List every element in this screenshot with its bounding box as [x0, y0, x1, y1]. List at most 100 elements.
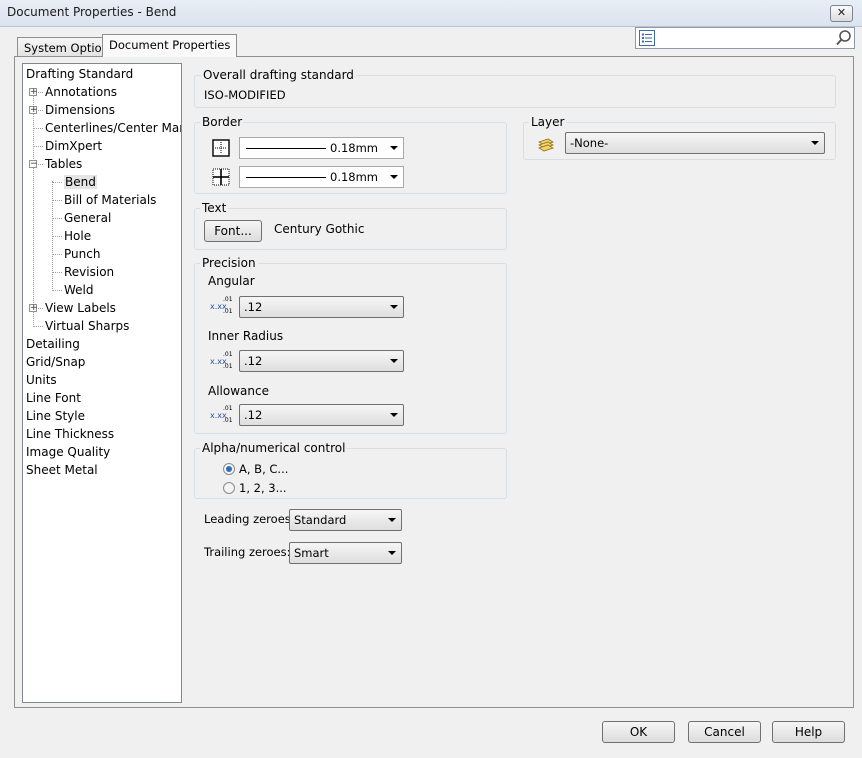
tree-item-label: Revision [64, 265, 115, 279]
tree-item-label: Annotations [45, 85, 118, 99]
angular-label: Angular [208, 274, 255, 288]
leading-zeroes-select[interactable]: Standard [289, 509, 402, 531]
help-button[interactable]: Help [772, 721, 845, 743]
chevron-down-icon [390, 305, 398, 309]
trailing-zeroes-select[interactable]: Smart [289, 542, 402, 564]
tree-item-label: Bend [64, 175, 97, 189]
tree-item-detailing[interactable]: Detailing [26, 335, 80, 353]
tree-item-label: Image Quality [26, 445, 111, 459]
line-sample [246, 177, 326, 178]
alpha-numerical-title: Alpha/numerical control [200, 441, 348, 455]
tree-item-label: General [64, 211, 112, 225]
tab-document-properties[interactable]: Document Properties [102, 34, 238, 57]
tab-label: Document Properties [109, 38, 231, 52]
trailing-zeroes-label: Trailing zeroes: [204, 545, 291, 559]
font-button[interactable]: Font... [204, 220, 262, 242]
ok-button[interactable]: OK [602, 721, 675, 743]
tree-item-bill-of-materials[interactable]: Bill of Materials [64, 191, 156, 209]
cancel-button[interactable]: Cancel [688, 721, 761, 743]
close-icon: ✕ [836, 6, 847, 19]
tree-item-label: Line Style [26, 409, 85, 423]
precision-icon: x.xx .01 .01 [210, 296, 233, 315]
chevron-down-icon [388, 551, 396, 555]
tree-item-label: Centerlines/Center Marks [45, 121, 181, 135]
search-box [635, 27, 855, 49]
allowance-precision-select[interactable]: .12 [239, 404, 404, 426]
leading-zeroes-value: Standard [294, 513, 347, 527]
alpha-option-label[interactable]: A, B, C... [239, 462, 288, 476]
collapse-icon[interactable]: − [29, 160, 38, 169]
precision-icon: x.xx .01 .01 [210, 405, 233, 424]
chevron-down-icon [390, 175, 398, 179]
tree-item-view-labels[interactable]: View Labels [45, 299, 116, 317]
tree-item-dimxpert[interactable]: DimXpert [45, 137, 102, 155]
tree-item-line-style[interactable]: Line Style [26, 407, 85, 425]
tree-item-sheet-metal[interactable]: Sheet Metal [26, 461, 98, 479]
tree-item-label: DimXpert [45, 139, 103, 153]
search-input[interactable] [658, 29, 832, 49]
precision-icon: x.xx .01 .01 [210, 351, 233, 370]
chevron-down-icon [811, 141, 819, 145]
expand-icon[interactable]: + [29, 88, 38, 97]
tree-item-punch[interactable]: Punch [64, 245, 100, 263]
tree-item-label: Weld [64, 283, 94, 297]
expand-icon[interactable]: + [29, 304, 38, 313]
leading-zeroes-label: Leading zeroes: [204, 512, 295, 526]
title-bar: Document Properties - Bend ✕ [0, 0, 862, 27]
numeric-option-label[interactable]: 1, 2, 3... [239, 481, 287, 495]
precision-title: Precision [200, 256, 258, 270]
tree-item-revision[interactable]: Revision [64, 263, 114, 281]
help-button-label: Help [794, 725, 823, 739]
tree-item-annotations[interactable]: Annotations [45, 83, 117, 101]
magnifier-icon[interactable] [835, 29, 853, 47]
tree-item-hole[interactable]: Hole [64, 227, 91, 245]
tree-item-image-quality[interactable]: Image Quality [26, 443, 110, 461]
border-cross-icon [212, 168, 230, 186]
tree-item-bend[interactable]: Bend [64, 173, 97, 191]
chevron-down-icon [390, 146, 398, 150]
tree-item-tables[interactable]: Tables [45, 155, 82, 173]
allowance-label: Allowance [208, 384, 269, 398]
tree-item-general[interactable]: General [64, 209, 111, 227]
options-list-icon[interactable] [639, 30, 655, 46]
tree-item-label: Virtual Sharps [45, 319, 130, 333]
tree-item-weld[interactable]: Weld [64, 281, 94, 299]
font-button-label: Font... [214, 224, 252, 238]
window-title: Document Properties - Bend [7, 5, 177, 19]
tree-item-line-thickness[interactable]: Line Thickness [26, 425, 114, 443]
alpha-radio[interactable] [223, 463, 235, 475]
options-tree[interactable]: Drafting Standard Annotations + Dimensions +… [22, 63, 182, 703]
tree-item-label: Line Font [26, 391, 81, 405]
text-title: Text [200, 201, 229, 215]
tree-item-centerlines-center-marks[interactable]: Centerlines/Center Marks [45, 119, 181, 137]
numeric-radio[interactable] [223, 482, 235, 494]
border-line-thickness-1[interactable]: 0.18mm [239, 137, 404, 159]
layer-title: Layer [529, 115, 567, 129]
font-name: Century Gothic [274, 222, 365, 236]
inner-radius-precision-value: .12 [244, 354, 263, 368]
tree-item-label: Grid/Snap [26, 355, 86, 369]
tree-item-label: Drafting Standard [26, 67, 134, 81]
tree-item-label: Hole [64, 229, 92, 243]
tree-item-units[interactable]: Units [26, 371, 57, 389]
inner-radius-precision-select[interactable]: .12 [239, 350, 404, 372]
expand-icon[interactable]: + [29, 106, 38, 115]
chevron-down-icon [390, 413, 398, 417]
drafting-standard-title: Overall drafting standard [201, 68, 356, 82]
tree-item-label: Line Thickness [26, 427, 115, 441]
chevron-down-icon [388, 518, 396, 522]
close-button[interactable]: ✕ [830, 5, 853, 22]
border-thickness-value-1: 0.18mm [330, 141, 379, 155]
tree-item-drafting-standard[interactable]: Drafting Standard [26, 65, 133, 83]
border-line-thickness-2[interactable]: 0.18mm [239, 166, 404, 188]
tree-item-dimensions[interactable]: Dimensions [45, 101, 115, 119]
tree-item-virtual-sharps[interactable]: Virtual Sharps [45, 317, 129, 335]
inner-radius-label: Inner Radius [208, 329, 284, 343]
border-thickness-value-2: 0.18mm [330, 170, 379, 184]
tree-item-label: Punch [64, 247, 101, 261]
tree-item-line-font[interactable]: Line Font [26, 389, 81, 407]
tree-item-grid-snap[interactable]: Grid/Snap [26, 353, 85, 371]
layer-select[interactable]: -None- [565, 132, 825, 154]
allowance-precision-value: .12 [244, 408, 263, 422]
angular-precision-select[interactable]: .12 [239, 296, 404, 318]
